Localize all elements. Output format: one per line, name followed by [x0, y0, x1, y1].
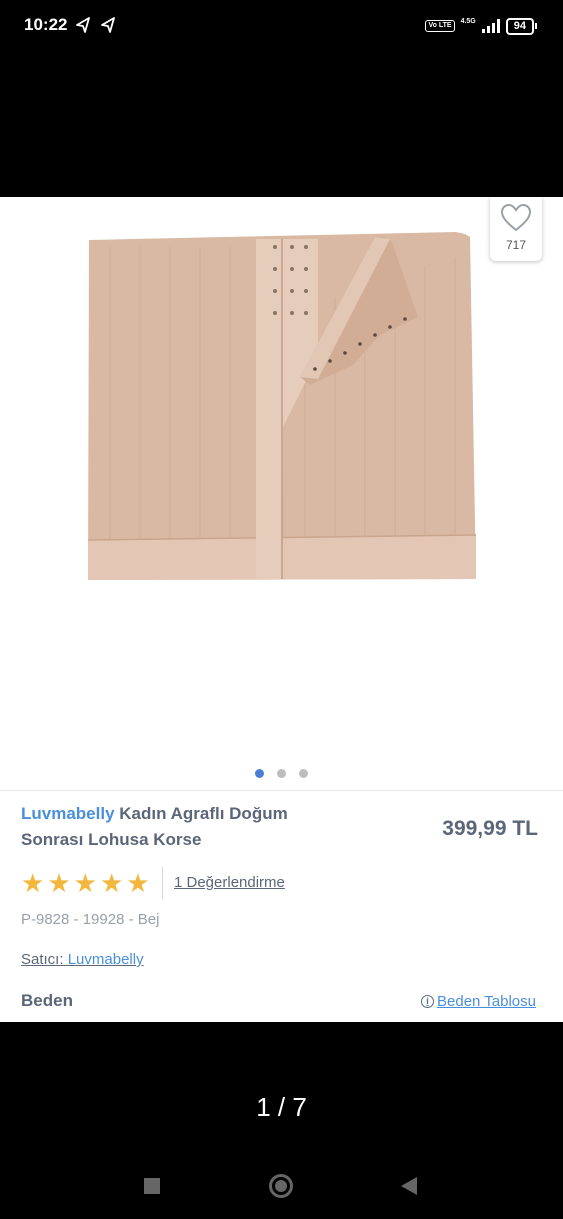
reviews-link[interactable]: 1 Değerlendirme	[174, 874, 285, 891]
size-label: Beden	[21, 991, 73, 1010]
image-counter: 1 / 7	[256, 1092, 307, 1122]
product-sku: P-9828 - 19928 - Bej	[21, 911, 160, 928]
rating-stars: ★ ★ ★ ★ ★	[21, 869, 150, 897]
product-title: Luvmabelly Kadın Agraflı Doğum Sonrası L…	[21, 801, 351, 853]
product-brand[interactable]: Luvmabelly	[21, 804, 115, 823]
star-icon: ★	[47, 868, 71, 898]
favorite-button[interactable]: 717	[490, 197, 542, 261]
network-type: 4.5G	[460, 17, 476, 25]
star-icon: ★	[73, 868, 97, 898]
volte-badge: Vo LTE	[425, 20, 455, 32]
back-button[interactable]	[401, 1177, 417, 1195]
product-price: 399,99 TL	[442, 817, 538, 840]
product-image[interactable]	[70, 217, 490, 597]
size-table-label: Beden Tablosu	[437, 993, 536, 1010]
product-card: 717 Luvmabelly Kadın Agraflı Doğum Sonra…	[0, 197, 563, 1022]
recents-button[interactable]	[144, 1178, 160, 1194]
pagination-dot[interactable]	[299, 769, 308, 778]
battery-level: 94	[505, 17, 534, 35]
signal-icon	[481, 19, 500, 33]
favorite-count: 717	[505, 238, 527, 252]
navigation-arrow-icon	[101, 17, 115, 33]
navigation-arrow-icon	[76, 17, 90, 33]
status-time: 10:22	[24, 15, 68, 34]
battery-icon: 94	[505, 17, 537, 35]
size-table-link[interactable]: i Beden Tablosu	[421, 993, 536, 1010]
seller-link[interactable]: Luvmabelly	[68, 951, 144, 968]
seller-label: Satıcı:	[21, 951, 64, 968]
star-icon: ★	[21, 868, 45, 898]
star-icon: ★	[99, 868, 124, 898]
product-image-gallery[interactable]: 717	[0, 197, 563, 791]
system-navigation-bar	[0, 1160, 563, 1210]
image-pagination	[0, 769, 563, 778]
status-bar: 10:22 Vo LTE 4.5G 94	[0, 0, 563, 52]
info-icon: i	[421, 995, 435, 1008]
divider	[162, 867, 163, 899]
status-icons: Vo LTE 4.5G 94	[425, 14, 537, 38]
pagination-dot[interactable]	[277, 769, 286, 778]
heart-icon	[500, 203, 532, 232]
star-icon: ★	[126, 868, 150, 898]
seller-info: Satıcı: Luvmabelly	[21, 951, 144, 968]
pagination-dot[interactable]	[255, 769, 264, 778]
home-button[interactable]	[269, 1174, 293, 1198]
